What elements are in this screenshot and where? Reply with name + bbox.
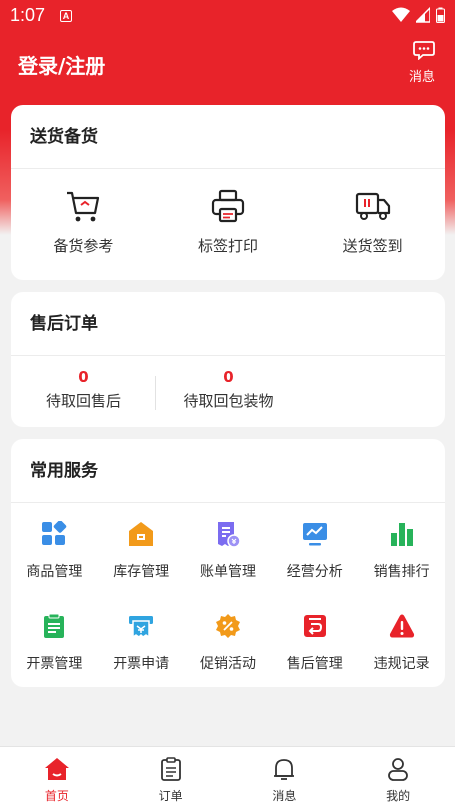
violation-record-button[interactable]: 违规记录 [358, 613, 445, 705]
tab-orders-label: 订单 [158, 789, 183, 803]
pending-return-aftersales[interactable]: 0 待取回售后 [11, 366, 156, 411]
printer-icon [211, 189, 245, 223]
services-card: 常用服务 商品管理 库存管理 账单管理 经营分析 销售排行 开票管理 开票申请 … [11, 439, 445, 687]
pending-return-aftersales-count: 0 [78, 368, 89, 386]
user-icon [388, 758, 409, 781]
tab-orders[interactable]: 订单 [114, 747, 228, 810]
warehouse-icon [129, 522, 154, 546]
monitor-chart-icon [302, 523, 327, 546]
status-bar: 1:07 A [0, 0, 455, 32]
stock-reference-button[interactable]: 备货参考 [11, 189, 156, 256]
app-header: 登录/注册 消息 [0, 38, 455, 88]
aftersales-management-button[interactable]: 售后管理 [271, 613, 358, 705]
tab-home[interactable]: 首页 [0, 747, 114, 810]
bottom-tab-bar: 首页 订单 消息 我的 [0, 746, 455, 810]
cart-icon [67, 191, 100, 222]
bell-icon [274, 759, 295, 780]
delivery-checkin-button[interactable]: 送货签到 [300, 189, 445, 256]
label-print-button[interactable]: 标签打印 [156, 189, 301, 256]
bill-management-label: 账单管理 [199, 564, 256, 580]
message-bubble-icon [413, 41, 435, 61]
tab-mine-label: 我的 [386, 789, 411, 803]
after-sales-card-title: 售后订单 [11, 292, 445, 356]
inventory-management-label: 库存管理 [113, 564, 170, 580]
delivery-card-title: 送货备货 [11, 105, 445, 169]
delivery-checkin-label: 送货签到 [342, 237, 403, 255]
delivery-card: 送货备货 备货参考 标签打印 送货签到 [11, 105, 445, 280]
login-register-link[interactable]: 登录/注册 [18, 50, 105, 79]
truck-icon [355, 192, 390, 220]
business-analysis-button[interactable]: 经营分析 [271, 521, 358, 613]
aftersales-management-label: 售后管理 [286, 656, 343, 672]
inventory-management-button[interactable]: 库存管理 [98, 521, 185, 613]
pending-return-packaging[interactable]: 0 待取回包装物 [156, 366, 301, 411]
sales-ranking-button[interactable]: 销售排行 [358, 521, 445, 613]
home-icon [44, 758, 69, 780]
bill-management-button[interactable]: 账单管理 [185, 521, 272, 613]
bill-icon [217, 522, 241, 547]
violation-record-label: 违规记录 [373, 656, 430, 672]
tab-messages-label: 消息 [272, 789, 297, 803]
product-management-button[interactable]: 商品管理 [11, 521, 98, 613]
status-time: 1:07 [10, 5, 46, 25]
label-print-label: 标签打印 [198, 237, 259, 255]
after-sales-card: 售后订单 0 待取回售后 0 待取回包装物 [11, 292, 445, 427]
warning-icon [389, 614, 414, 638]
receipt-printer-icon [129, 616, 154, 639]
order-list-icon [160, 757, 181, 781]
tab-messages[interactable]: 消息 [228, 747, 342, 810]
business-analysis-label: 经营分析 [286, 564, 343, 580]
message-button[interactable]: 消息 [409, 40, 439, 85]
product-management-label: 商品管理 [26, 564, 83, 580]
promotion-button[interactable]: 促销活动 [185, 613, 272, 705]
message-label: 消息 [408, 70, 435, 85]
pending-return-packaging-count: 0 [223, 368, 234, 386]
grid-icon [42, 521, 67, 545]
services-card-title: 常用服务 [11, 439, 445, 503]
percent-badge-icon [215, 614, 240, 638]
promotion-label: 促销活动 [199, 656, 256, 672]
return-icon [303, 615, 326, 637]
clipboard-icon [44, 613, 65, 638]
battery-icon [436, 7, 445, 23]
sales-ranking-label: 销售排行 [373, 564, 430, 580]
tab-mine[interactable]: 我的 [341, 747, 455, 810]
invoice-apply-label: 开票申请 [113, 656, 170, 672]
signal-icon [416, 7, 430, 23]
pending-return-packaging-label: 待取回包装物 [183, 392, 274, 410]
invoice-management-button[interactable]: 开票管理 [11, 613, 98, 705]
divider [155, 376, 156, 410]
pending-return-aftersales-label: 待取回售后 [45, 392, 121, 410]
bar-chart-icon [390, 523, 413, 546]
wifi-icon [392, 7, 410, 22]
tab-home-label: 首页 [44, 789, 69, 803]
invoice-apply-button[interactable]: 开票申请 [98, 613, 185, 705]
app-notification-icon: A [60, 10, 72, 22]
stock-reference-label: 备货参考 [53, 237, 114, 255]
invoice-management-label: 开票管理 [26, 656, 83, 672]
